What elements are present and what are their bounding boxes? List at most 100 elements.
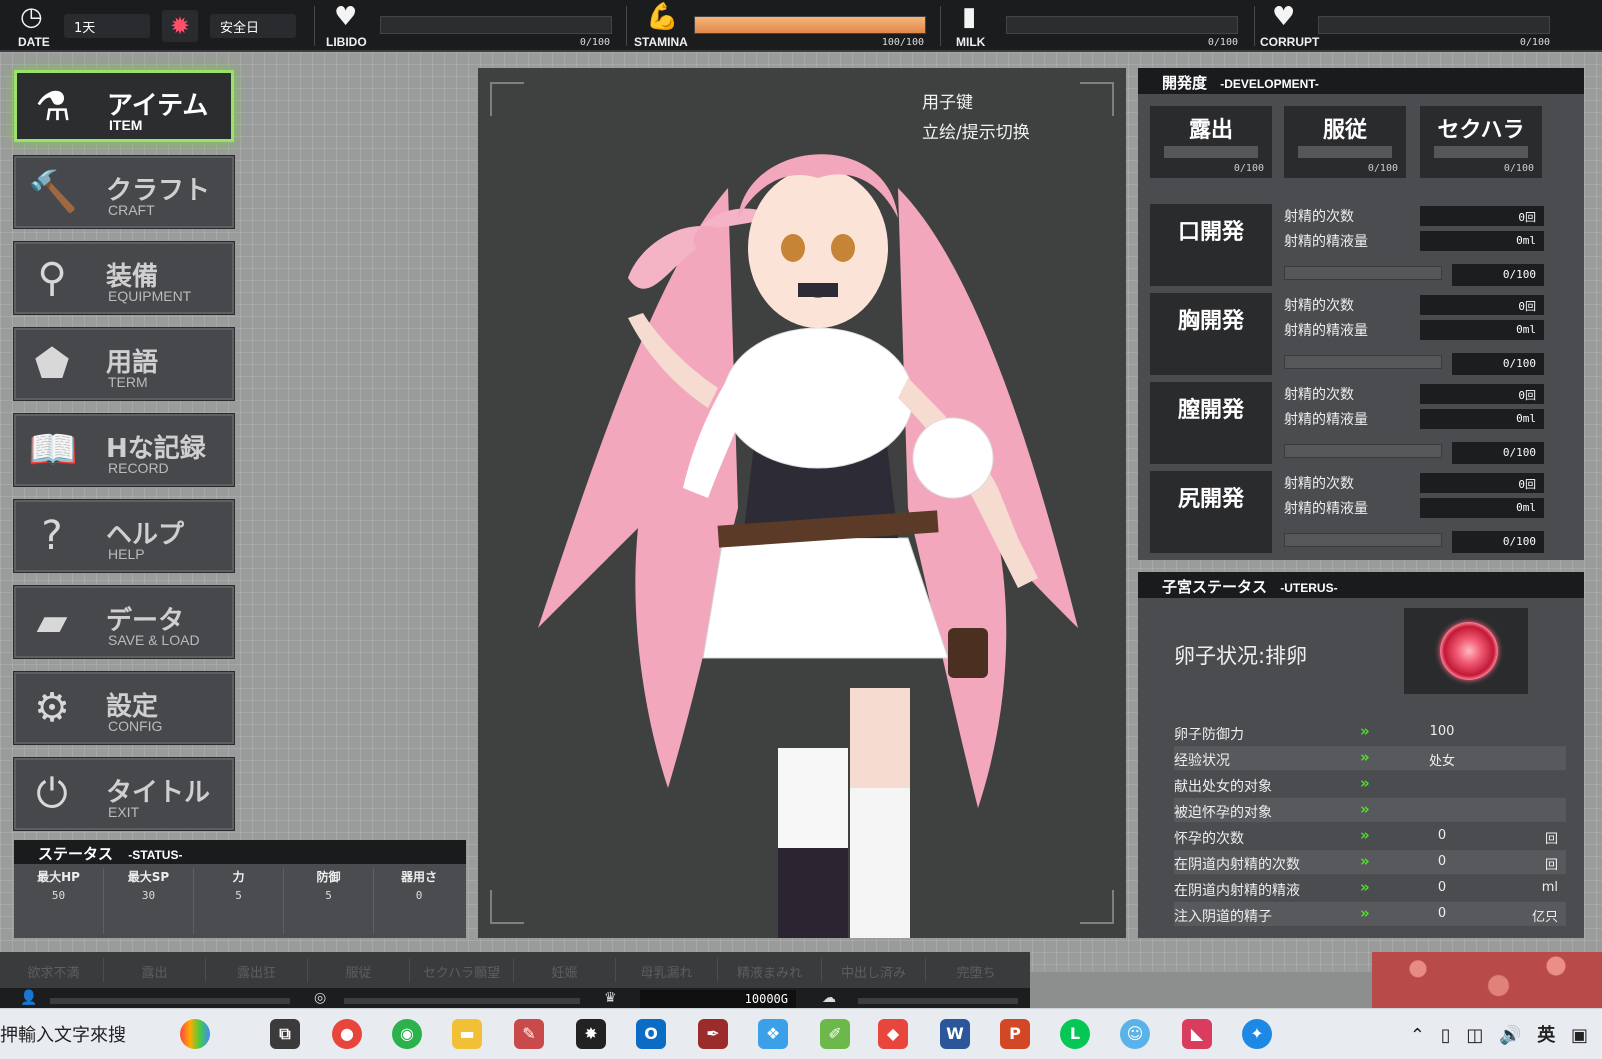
search-input[interactable]: 押輸入文字來搜 bbox=[0, 1021, 126, 1047]
game-window-icon[interactable]: ✒ bbox=[698, 1019, 728, 1049]
battery-icon[interactable]: ▯ bbox=[1441, 1025, 1451, 1046]
menu-subtitle: RECORD bbox=[108, 460, 169, 476]
bluetooth-icon[interactable]: ✦ bbox=[1242, 1019, 1272, 1049]
progress-bar bbox=[1284, 355, 1442, 369]
stamina-section: 💪 STAMINA 100/100 bbox=[632, 0, 932, 52]
notification-icon[interactable]: ▣ bbox=[1571, 1025, 1588, 1046]
menu-subtitle: CRAFT bbox=[108, 202, 155, 218]
network-icon[interactable]: ◫ bbox=[1466, 1025, 1483, 1046]
menu-item-term[interactable]: ⬟ 用語 TERM bbox=[14, 328, 234, 400]
game-icon[interactable]: ✸ bbox=[576, 1019, 606, 1049]
uterus-row-unit: 回 bbox=[1544, 858, 1558, 873]
uterus-row-value: 0 bbox=[1437, 880, 1447, 895]
volume-icon[interactable]: 🔊 bbox=[1499, 1025, 1521, 1046]
menu-item-help[interactable]: ? ヘルプ HELP bbox=[14, 500, 234, 572]
line-icon[interactable]: L bbox=[1060, 1019, 1090, 1049]
character-viewer[interactable]: 用子键 立绘/提示切换 bbox=[478, 68, 1126, 938]
status-subtitle: -STATUS- bbox=[128, 848, 183, 862]
powerpoint-icon[interactable]: P bbox=[1000, 1019, 1030, 1049]
folder-icon: ▰ bbox=[36, 599, 68, 645]
hammer-icon: 🔨 bbox=[28, 169, 78, 215]
libido-section: ♥ LIBIDO 0/100 bbox=[320, 0, 620, 52]
flag-item: 露出 bbox=[104, 958, 206, 982]
development-subtitle: -DEVELOPMENT- bbox=[1220, 77, 1319, 91]
corrupt-section: ♥ CORRUPT 0/100 bbox=[1258, 0, 1558, 52]
menu-item-item[interactable]: ⚗ アイテム ITEM bbox=[14, 70, 234, 142]
uterus-row-label: 怀孕的次数 bbox=[1174, 831, 1244, 847]
heart-icon: ♥ bbox=[334, 2, 358, 32]
ovum-display bbox=[1404, 608, 1528, 694]
system-tray[interactable]: ⌃ ▯ ◫ 🔊 英 ▣ bbox=[1410, 1021, 1588, 1047]
dev-row-anal: 尻開発 射精的次数 0回 射精的精液量 0ml 0/100 bbox=[1150, 471, 1572, 553]
menu-subtitle: SAVE & LOAD bbox=[108, 632, 200, 648]
development-panel: 開発度 -DEVELOPMENT- 露出 0/100 服従 0/100 セクハラ… bbox=[1138, 68, 1584, 560]
double-arrow-icon: » bbox=[1360, 748, 1370, 766]
menu-item-data[interactable]: ▰ データ SAVE & LOAD bbox=[14, 586, 234, 658]
development-title: 開発度 bbox=[1162, 74, 1208, 92]
stamina-gauge bbox=[694, 16, 926, 34]
uterus-row-value: 100 bbox=[1429, 724, 1455, 739]
volume-label: 射精的精液量 bbox=[1284, 412, 1368, 428]
volume-value: 0ml bbox=[1420, 320, 1544, 340]
uterus-row-label: 被迫怀孕的对象 bbox=[1174, 805, 1272, 821]
menu-item-record[interactable]: 📖 Hな記録 RECORD bbox=[14, 414, 234, 486]
chrome-icon[interactable]: ● bbox=[332, 1019, 362, 1049]
uterus-row-unit: 回 bbox=[1544, 832, 1558, 847]
flag-item: 精液まみれ bbox=[718, 958, 822, 982]
cat-app-icon[interactable]: ☺ bbox=[1120, 1019, 1150, 1049]
menu-item-craft[interactable]: 🔨 クラフト CRAFT bbox=[14, 156, 234, 228]
key-hint-line1: 用子键 bbox=[922, 93, 973, 113]
dev-exposure: 露出 0/100 bbox=[1150, 106, 1272, 178]
flag-item: 中出し済み bbox=[822, 958, 926, 982]
menu-item-equipment[interactable]: ⚲ 装備 EQUIPMENT bbox=[14, 242, 234, 314]
menu-subtitle: HELP bbox=[108, 546, 145, 562]
app-icon[interactable]: ✎ bbox=[514, 1019, 544, 1049]
cloud-icon: ☁ bbox=[822, 990, 836, 1006]
money-display: 10000G bbox=[640, 990, 796, 1008]
menu-subtitle: EXIT bbox=[108, 804, 140, 820]
uterus-row: 卵子防御力 » 100 bbox=[1174, 720, 1566, 744]
chevron-up-icon[interactable]: ⌃ bbox=[1410, 1025, 1425, 1046]
progress-value: 0/100 bbox=[1452, 531, 1544, 553]
dev-top-label: 服従 bbox=[1322, 118, 1367, 143]
progress-bar bbox=[1284, 533, 1442, 547]
dev-row-title: 尻開発 bbox=[1150, 471, 1272, 553]
date-section: ◷ DATE 1天 ✹ 安全日 bbox=[0, 0, 310, 52]
progress-track bbox=[344, 998, 580, 1004]
person-icon: 👤 bbox=[20, 990, 38, 1006]
stamina-label: STAMINA bbox=[634, 35, 688, 49]
dev-row-chest: 胸開発 射精的次数 0回 射精的精液量 0ml 0/100 bbox=[1150, 293, 1572, 375]
clock-icon: ◷ bbox=[20, 2, 43, 32]
uterus-row-value: 0 bbox=[1437, 828, 1447, 843]
milk-gauge bbox=[1006, 16, 1238, 34]
anydesk-icon[interactable]: ◆ bbox=[878, 1019, 908, 1049]
milk-section: ▮ MILK 0/100 bbox=[946, 0, 1246, 52]
rainbow-icon[interactable] bbox=[180, 1019, 210, 1049]
outlook-icon[interactable]: O bbox=[636, 1019, 666, 1049]
photos-icon[interactable]: ❖ bbox=[758, 1019, 788, 1049]
dev-harassment: セクハラ 0/100 bbox=[1420, 106, 1542, 178]
uterus-row-unit: 亿只 bbox=[1531, 910, 1558, 925]
media-icon[interactable]: ◣ bbox=[1182, 1019, 1212, 1049]
volume-value: 0ml bbox=[1420, 231, 1544, 251]
flag-item: 母乳漏れ bbox=[616, 958, 718, 982]
flag-item: 服従 bbox=[308, 958, 410, 982]
word-icon[interactable]: W bbox=[940, 1019, 970, 1049]
safe-day-status: 安全日 bbox=[210, 14, 296, 38]
uterus-row: 注入阴道的精子 » 0 亿只 bbox=[1174, 902, 1566, 926]
count-label: 射精的次数 bbox=[1284, 476, 1354, 492]
libido-gauge bbox=[380, 16, 612, 34]
flag-item: 露出狂 bbox=[206, 958, 308, 982]
menu-item-title[interactable]: ⏻ タイトル EXIT bbox=[14, 758, 234, 830]
wechat-icon[interactable]: ◉ bbox=[392, 1019, 422, 1049]
menu-subtitle: ITEM bbox=[109, 117, 143, 133]
potion-icon: ⚗ bbox=[35, 84, 71, 130]
stat-value: 5 bbox=[325, 889, 332, 902]
folder-icon[interactable]: ▬ bbox=[452, 1019, 482, 1049]
uterus-header: 子宮ステータス -UTERUS- bbox=[1138, 572, 1584, 598]
language-indicator[interactable]: 英 bbox=[1537, 1025, 1555, 1046]
menu-item-config[interactable]: ⚙ 設定 CONFIG bbox=[14, 672, 234, 744]
stat-label: 防御 bbox=[316, 870, 341, 884]
notepad-icon[interactable]: ✐ bbox=[820, 1019, 850, 1049]
task-view-icon[interactable]: ⧉ bbox=[270, 1019, 300, 1049]
